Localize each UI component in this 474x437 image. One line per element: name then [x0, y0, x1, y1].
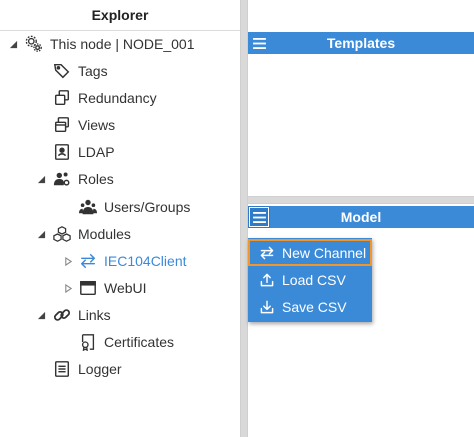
collapsed-arrow-icon[interactable]: [63, 283, 73, 293]
swap-arrows-icon: [78, 251, 98, 271]
templates-panel-header: Templates: [248, 32, 474, 54]
explorer-panel: Explorer This node | NODE_001 Tags Redun…: [0, 0, 240, 437]
tree-item-this-node[interactable]: This node | NODE_001: [24, 33, 195, 55]
copy-icon: [52, 88, 72, 108]
download-icon: [258, 298, 276, 316]
tree-item-label: Roles: [78, 171, 114, 187]
tree-item-links[interactable]: Links: [52, 304, 111, 326]
tree-item-label: IEC104Client: [104, 253, 187, 269]
tree-item-label: Certificates: [104, 334, 175, 350]
tree-item-certificates[interactable]: Certificates: [78, 331, 174, 353]
tree-item-label: Logger: [78, 361, 122, 377]
tag-icon: [52, 61, 72, 81]
tree-item-label: Modules: [78, 226, 131, 242]
menu-item-label: Save CSV: [282, 298, 347, 315]
menu-item-save-csv[interactable]: Save CSV: [248, 293, 372, 320]
tree-item-label: Tags: [78, 63, 108, 79]
vertical-splitter[interactable]: [240, 0, 248, 437]
model-menu-button[interactable]: [248, 206, 270, 228]
templates-panel-body: [248, 0, 474, 196]
tree-item-label: Views: [78, 117, 116, 133]
tree-item-label: Links: [78, 307, 111, 323]
model-panel-title: Model: [340, 209, 382, 225]
windows-icon: [52, 115, 72, 135]
tree-item-iec104client[interactable]: IEC104Client: [78, 250, 187, 272]
gears-icon: [24, 34, 44, 54]
hamburger-icon: [252, 37, 266, 49]
menu-item-label: Load CSV: [282, 271, 346, 288]
tree-item-redundancy[interactable]: Redundancy: [52, 87, 157, 109]
tree-item-webui[interactable]: WebUI: [78, 277, 147, 299]
expand-arrow-icon[interactable]: [36, 310, 46, 320]
menu-item-label: New Channel: [282, 244, 367, 261]
explorer-title: Explorer: [0, 0, 240, 31]
hamburger-icon: [252, 211, 266, 223]
browser-window-icon: [78, 278, 98, 298]
tree-item-label: LDAP: [78, 144, 115, 160]
expand-arrow-icon[interactable]: [8, 39, 18, 49]
expand-arrow-icon[interactable]: [36, 174, 46, 184]
tree-item-label: WebUI: [104, 280, 147, 296]
tree-item-label: This node | NODE_001: [50, 36, 195, 52]
tree-item-label: Users/Groups: [104, 199, 191, 215]
tree-item-users-groups[interactable]: Users/Groups: [78, 196, 190, 218]
expand-arrow-icon[interactable]: [36, 229, 46, 239]
model-context-menu: New Channel Load CSV Save CSV: [248, 238, 372, 322]
tree-item-tags[interactable]: Tags: [52, 60, 108, 82]
tree-item-ldap[interactable]: LDAP: [52, 141, 115, 163]
swap-arrows-icon: [258, 244, 276, 262]
tree-item-modules[interactable]: Modules: [52, 223, 131, 245]
document-list-icon: [52, 359, 72, 379]
collapsed-arrow-icon[interactable]: [63, 256, 73, 266]
tree-item-logger[interactable]: Logger: [52, 358, 122, 380]
menu-item-load-csv[interactable]: Load CSV: [248, 266, 372, 293]
contact-card-icon: [52, 142, 72, 162]
horizontal-splitter[interactable]: [248, 196, 474, 204]
link-icon: [52, 305, 72, 325]
tree-item-label: Redundancy: [78, 90, 157, 106]
templates-menu-button[interactable]: [248, 32, 270, 54]
templates-panel-title: Templates: [326, 35, 396, 51]
tree-item-roles[interactable]: Roles: [52, 168, 114, 190]
model-panel-header: Model: [248, 206, 474, 228]
users-icon: [78, 197, 98, 217]
upload-icon: [258, 271, 276, 289]
tree-item-views[interactable]: Views: [52, 114, 115, 136]
certificate-icon: [78, 332, 98, 352]
cubes-icon: [52, 224, 72, 244]
users-gear-icon: [52, 169, 72, 189]
menu-item-new-channel[interactable]: New Channel: [248, 239, 372, 266]
